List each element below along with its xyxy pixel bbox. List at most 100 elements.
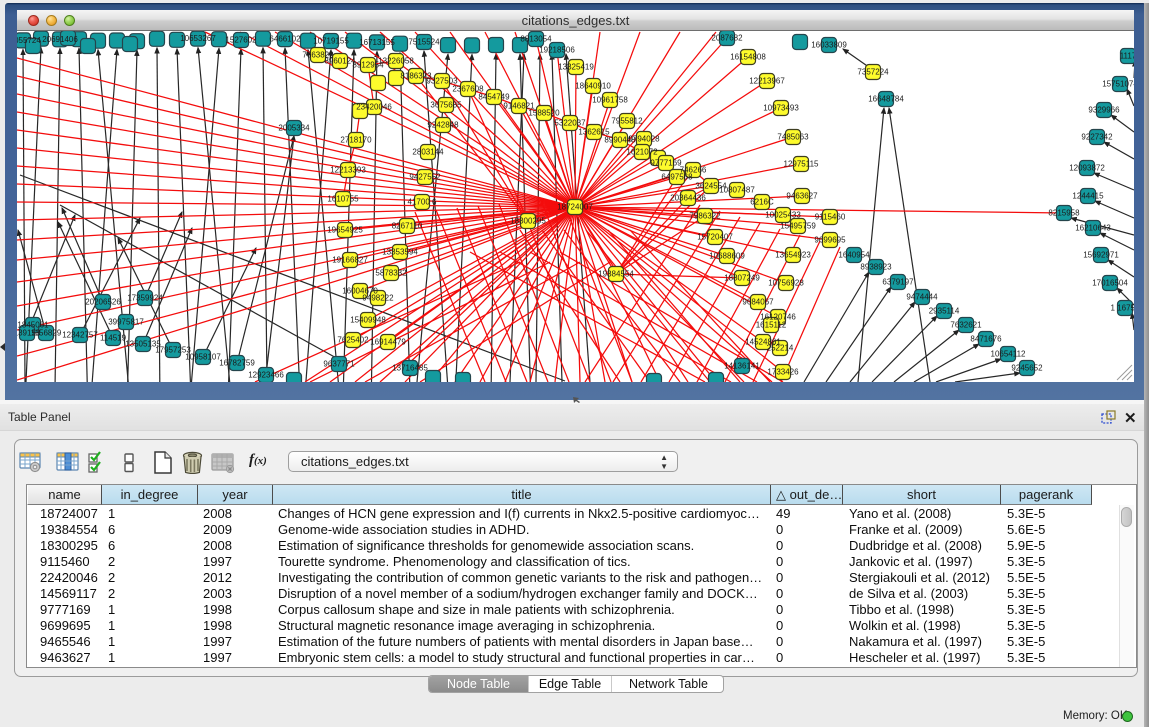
svg-text:6466102: 6466102 bbox=[269, 35, 301, 44]
svg-text:12923466: 12923466 bbox=[248, 371, 284, 380]
svg-text:1156829: 1156829 bbox=[31, 329, 62, 338]
svg-text:6379197: 6379197 bbox=[882, 278, 914, 287]
svg-text:1588520: 1588520 bbox=[528, 109, 560, 118]
svg-text:20691406: 20691406 bbox=[42, 35, 78, 44]
svg-text:20206526: 20206526 bbox=[85, 298, 121, 307]
svg-text:16033809: 16033809 bbox=[811, 41, 847, 50]
svg-text:16648784: 16648784 bbox=[868, 95, 904, 104]
svg-text:15720407: 15720407 bbox=[697, 233, 733, 242]
svg-text:114519: 114519 bbox=[100, 334, 127, 343]
svg-text:18807249: 18807249 bbox=[724, 274, 760, 283]
svg-text:5322037: 5322037 bbox=[554, 119, 586, 128]
svg-text:7357224: 7357224 bbox=[857, 68, 889, 77]
svg-text:15409948: 15409948 bbox=[350, 316, 386, 325]
svg-text:8215958: 8215958 bbox=[1048, 209, 1080, 218]
svg-text:1621072: 1621072 bbox=[626, 148, 658, 157]
svg-text:2803144: 2803144 bbox=[412, 148, 444, 157]
svg-text:10025433: 10025433 bbox=[765, 211, 801, 220]
svg-text:16154808: 16154808 bbox=[730, 53, 766, 62]
svg-text:1615112: 1615112 bbox=[756, 321, 787, 330]
svg-text:12093872: 12093872 bbox=[1069, 164, 1105, 173]
svg-text:23420046: 23420046 bbox=[356, 103, 392, 112]
svg-text:13226058: 13226058 bbox=[378, 57, 414, 66]
svg-text:9684067: 9684067 bbox=[742, 298, 774, 307]
svg-text:252214: 252214 bbox=[767, 344, 794, 353]
svg-text:9699695: 9699695 bbox=[814, 236, 846, 245]
svg-text:9498222: 9498222 bbox=[362, 294, 394, 303]
svg-text:9227342: 9227342 bbox=[1081, 133, 1113, 142]
svg-text:1 16753: 1 16753 bbox=[1111, 304, 1134, 313]
svg-text:6216C: 6216C bbox=[750, 198, 774, 207]
svg-text:10756928: 10756928 bbox=[768, 279, 804, 288]
svg-text:9463627: 9463627 bbox=[786, 192, 818, 201]
svg-text:39975817: 39975817 bbox=[108, 318, 144, 327]
svg-text:2087682: 2087682 bbox=[711, 34, 743, 43]
svg-text:20364436: 20364436 bbox=[670, 194, 706, 203]
svg-text:8990448: 8990448 bbox=[604, 136, 636, 145]
svg-text:2005334: 2005334 bbox=[278, 124, 310, 133]
svg-text:7632621: 7632621 bbox=[950, 321, 982, 330]
svg-text:1610755: 1610755 bbox=[327, 195, 359, 204]
svg-text:16914479: 16914479 bbox=[370, 338, 406, 347]
svg-text:19654925: 19654925 bbox=[327, 226, 363, 235]
svg-text:16713155: 16713155 bbox=[359, 38, 395, 47]
svg-text:18724007: 18724007 bbox=[557, 203, 593, 212]
svg-text:19218506: 19218506 bbox=[539, 46, 575, 55]
svg-text:13325419: 13325419 bbox=[558, 63, 594, 72]
svg-text:7986322: 7986322 bbox=[689, 212, 721, 221]
svg-text:10719155: 10719155 bbox=[313, 37, 349, 46]
svg-text:14136141: 14136141 bbox=[724, 362, 760, 371]
svg-text:746266: 746266 bbox=[680, 166, 707, 175]
svg-text:15751074: 15751074 bbox=[1102, 80, 1134, 89]
svg-text:1733426: 1733426 bbox=[767, 368, 799, 377]
svg-text:12213393: 12213393 bbox=[330, 166, 366, 175]
svg-text:5878332: 5878332 bbox=[375, 269, 407, 278]
svg-text:10961758: 10961758 bbox=[592, 96, 628, 105]
svg-text:12213967: 12213967 bbox=[749, 77, 785, 86]
svg-text:9242848: 9242848 bbox=[427, 121, 459, 130]
svg-text:1640954: 1640954 bbox=[838, 251, 870, 260]
svg-text:2718170: 2718170 bbox=[340, 136, 372, 145]
svg-text:10654112: 10654112 bbox=[991, 350, 1027, 359]
svg-text:8960124: 8960124 bbox=[324, 57, 356, 66]
svg-text:8471676: 8471676 bbox=[970, 335, 1002, 344]
svg-text:7955812: 7955812 bbox=[611, 117, 643, 126]
svg-text:8267110: 8267110 bbox=[392, 222, 423, 231]
svg-text:13353594: 13353594 bbox=[382, 248, 418, 257]
svg-text:10958107: 10958107 bbox=[185, 353, 221, 362]
svg-text:8454749: 8454749 bbox=[478, 93, 510, 102]
svg-text:9329966: 9329966 bbox=[1088, 106, 1120, 115]
svg-text:10973493: 10973493 bbox=[763, 104, 799, 113]
svg-text:15692971: 15692971 bbox=[1083, 251, 1119, 260]
svg-text:14055724: 14055724 bbox=[17, 36, 41, 45]
svg-text:7515524: 7515524 bbox=[408, 38, 440, 47]
svg-text:8938923: 8938923 bbox=[860, 263, 892, 272]
svg-text:16782759: 16782759 bbox=[219, 359, 255, 368]
svg-text:10688609: 10688609 bbox=[709, 252, 745, 261]
svg-text:9427552: 9427552 bbox=[409, 173, 441, 182]
svg-text:9245652: 9245652 bbox=[1011, 364, 1043, 373]
svg-text:10807487: 10807487 bbox=[719, 186, 755, 195]
svg-text:19384554: 19384554 bbox=[598, 270, 634, 279]
svg-text:17016504: 17016504 bbox=[1092, 279, 1128, 288]
svg-text:1244415: 1244415 bbox=[1072, 192, 1104, 201]
svg-text:13716485: 13716485 bbox=[392, 364, 428, 373]
svg-text:7485063: 7485063 bbox=[777, 133, 809, 142]
svg-text:2935114: 2935114 bbox=[929, 307, 960, 316]
svg-text:17359924: 17359924 bbox=[127, 294, 163, 303]
svg-text:9777169: 9777169 bbox=[650, 159, 682, 168]
svg-text:9474444: 9474444 bbox=[906, 293, 938, 302]
svg-text:1527602: 1527602 bbox=[225, 36, 257, 45]
svg-text:15495759: 15495759 bbox=[780, 222, 816, 231]
svg-text:18640910: 18640910 bbox=[575, 82, 611, 91]
svg-text:41700 6: 41700 6 bbox=[408, 198, 437, 207]
svg-text:3675685: 3675685 bbox=[430, 101, 462, 110]
svg-text:7625402: 7625402 bbox=[337, 336, 369, 345]
svg-text:1117: 1117 bbox=[1120, 52, 1134, 61]
svg-text:9637771: 9637771 bbox=[323, 360, 355, 369]
svg-text:12342757: 12342757 bbox=[62, 331, 98, 340]
svg-text:19166827: 19166827 bbox=[332, 256, 368, 265]
svg-text:10653267: 10653267 bbox=[180, 34, 216, 43]
svg-text:8813054: 8813054 bbox=[520, 35, 552, 44]
svg-text:12975115: 12975115 bbox=[784, 160, 820, 169]
